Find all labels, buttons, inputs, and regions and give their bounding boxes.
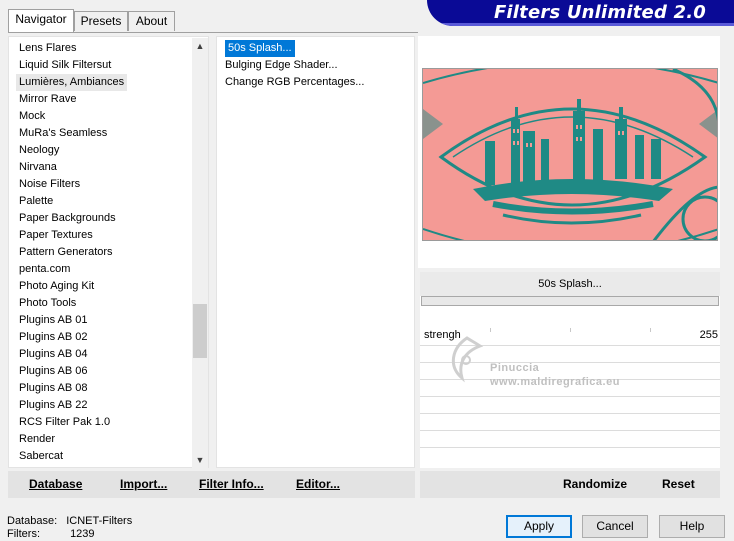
tab-divider bbox=[8, 32, 418, 33]
right-toolbar: Randomize Reset bbox=[420, 471, 720, 498]
import-button-label: Import... bbox=[120, 477, 168, 491]
app-banner: Filters Unlimited 2.0 bbox=[427, 0, 734, 26]
category-item[interactable]: Plugins AB 01 bbox=[19, 312, 88, 329]
watermark-url: www.maldiregrafica.eu bbox=[490, 376, 620, 388]
control-row-divider bbox=[420, 413, 720, 414]
tab-navigator[interactable]: Navigator bbox=[8, 9, 74, 32]
slider-value-strengh[interactable]: 255 bbox=[700, 329, 718, 341]
randomize-button[interactable]: Randomize bbox=[563, 477, 627, 491]
filter-controls-bar bbox=[421, 296, 719, 306]
tab-about[interactable]: About bbox=[128, 11, 175, 31]
category-list[interactable]: Lens Flares Liquid Silk Filtersut Lumières… bbox=[8, 36, 209, 468]
slider-tick bbox=[650, 328, 651, 332]
category-item[interactable]: Mirror Rave bbox=[19, 91, 76, 108]
apply-button[interactable]: Apply bbox=[506, 515, 572, 538]
preview-image bbox=[422, 68, 718, 241]
database-button-label: Database bbox=[29, 477, 83, 491]
cancel-button[interactable]: Cancel bbox=[582, 515, 648, 538]
category-item[interactable]: Photo Aging Kit bbox=[19, 278, 94, 295]
status-filters-value: 1239 bbox=[70, 528, 95, 540]
editor-button-label: Editor... bbox=[296, 477, 341, 491]
app-title: Filters Unlimited 2.0 bbox=[493, 2, 706, 23]
category-item[interactable]: Noise Filters bbox=[19, 176, 80, 193]
category-item[interactable]: Lumières, Ambiances bbox=[16, 74, 128, 91]
database-button[interactable]: Database bbox=[29, 477, 82, 491]
category-item[interactable]: Paper Textures bbox=[19, 227, 93, 244]
status-database-label: Database: bbox=[7, 515, 58, 527]
status-database: Database: ICNET-Filters bbox=[7, 515, 132, 527]
status-filters: Filters: 1239 bbox=[7, 528, 95, 540]
category-item[interactable]: Sabercat bbox=[19, 448, 63, 465]
category-item[interactable]: RCS Filter Pak 1.0 bbox=[19, 414, 110, 431]
filter-info-button[interactable]: Filter Info... bbox=[199, 477, 264, 491]
filter-info-button-label: Filter Info... bbox=[199, 477, 264, 491]
category-item[interactable]: MuRa's Seamless bbox=[19, 125, 107, 142]
control-row-divider bbox=[420, 430, 720, 431]
category-item[interactable]: Neology bbox=[19, 142, 59, 159]
watermark-name: Pinuccia bbox=[490, 362, 540, 374]
help-button[interactable]: Help bbox=[659, 515, 725, 538]
slider-tick bbox=[570, 328, 571, 332]
watermark-logo-icon bbox=[451, 336, 484, 383]
category-item[interactable]: Paper Backgrounds bbox=[19, 210, 116, 227]
filter-item[interactable]: 50s Splash... bbox=[225, 40, 295, 57]
category-item[interactable]: Nirvana bbox=[19, 159, 57, 176]
category-item[interactable]: Photo Tools bbox=[19, 295, 76, 312]
category-item[interactable]: Render bbox=[19, 431, 55, 448]
category-item[interactable]: Mock bbox=[19, 108, 45, 125]
editor-button[interactable]: Editor... bbox=[296, 477, 340, 491]
preview-panel bbox=[418, 36, 720, 268]
control-row-divider bbox=[420, 396, 720, 397]
category-item[interactable]: Plugins AB 04 bbox=[19, 346, 88, 363]
category-item[interactable]: Pattern Generators bbox=[19, 244, 113, 261]
category-item[interactable]: Palette bbox=[19, 193, 53, 210]
filter-item[interactable]: Change RGB Percentages... bbox=[225, 74, 364, 91]
scroll-up-icon[interactable]: ▲ bbox=[192, 38, 208, 54]
preview-artwork bbox=[423, 69, 717, 240]
category-scrollbar[interactable]: ▲ ▼ bbox=[192, 38, 208, 468]
reset-button[interactable]: Reset bbox=[662, 477, 695, 491]
scroll-thumb[interactable] bbox=[193, 304, 207, 358]
filter-item[interactable]: Bulging Edge Shader... bbox=[225, 57, 338, 74]
slider-tick bbox=[490, 328, 491, 332]
category-item[interactable]: Liquid Silk Filtersut bbox=[19, 57, 111, 74]
filter-controls: 50s Splash... strengh 255 Pinuccia www.m… bbox=[420, 272, 720, 468]
scroll-down-icon[interactable]: ▼ bbox=[192, 452, 208, 468]
status-database-value: ICNET-Filters bbox=[66, 515, 133, 527]
control-row-divider bbox=[420, 447, 720, 448]
category-item[interactable]: Plugins AB 22 bbox=[19, 397, 88, 414]
category-item[interactable]: Plugins AB 08 bbox=[19, 380, 88, 397]
import-button[interactable]: Import... bbox=[120, 477, 167, 491]
left-toolbar: Database Import... Filter Info... Editor… bbox=[8, 471, 415, 498]
status-filters-label: Filters: bbox=[7, 528, 40, 540]
tab-presets[interactable]: Presets bbox=[74, 11, 128, 31]
category-item[interactable]: Plugins AB 02 bbox=[19, 329, 88, 346]
category-item[interactable]: Lens Flares bbox=[19, 40, 76, 57]
filter-controls-title: 50s Splash... bbox=[420, 272, 720, 296]
filter-list[interactable]: 50s Splash... Bulging Edge Shader... Chang… bbox=[216, 36, 415, 468]
category-item[interactable]: Plugins AB 06 bbox=[19, 363, 88, 380]
category-item[interactable]: penta.com bbox=[19, 261, 70, 278]
